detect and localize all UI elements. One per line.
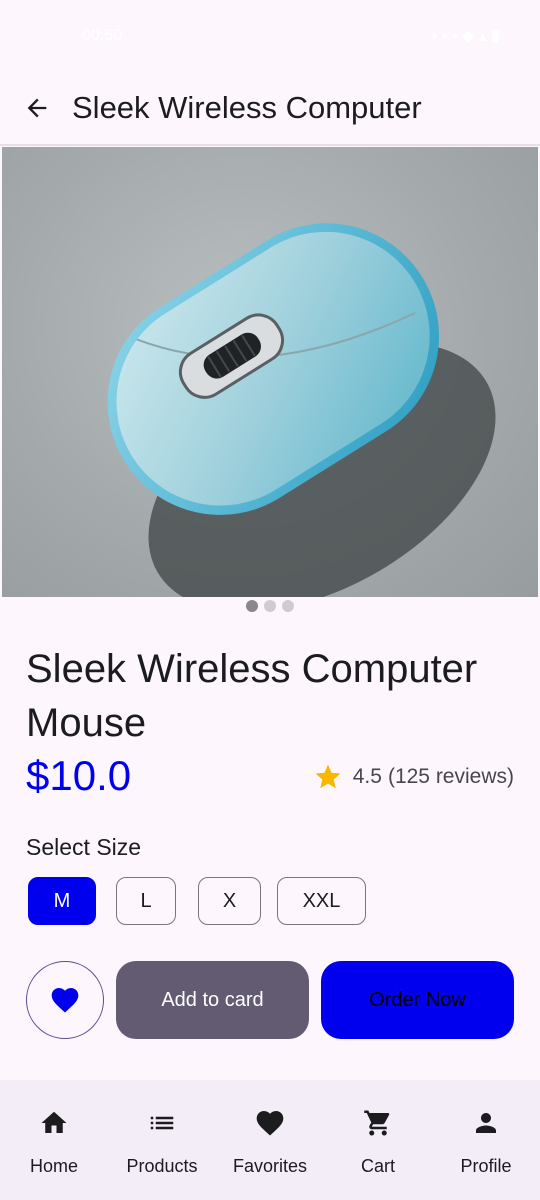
size-label: Select Size — [26, 834, 142, 860]
status-time: 00:50 — [82, 27, 123, 44]
nav-label-favorites: Favorites — [232, 1156, 308, 1176]
divider — [0, 144, 540, 146]
nav-label-products: Products — [126, 1156, 198, 1176]
back-button[interactable] — [20, 91, 54, 125]
nav-item-cart[interactable]: Cart — [328, 1106, 428, 1200]
nav-item-profile[interactable]: Profile — [436, 1106, 536, 1200]
size-option-m[interactable]: M — [28, 877, 96, 925]
rating-value: 4.5 — [352, 765, 382, 788]
rating-text: 4.5 (125 reviews) — [353, 765, 514, 789]
app-bar: Sleek Wireless Computer — [0, 72, 540, 144]
person-icon — [471, 1106, 501, 1140]
product-name: Sleek Wireless Computer Mouse — [26, 647, 478, 745]
size-selector: M L X XXL — [28, 877, 366, 925]
add-to-cart-button[interactable]: Add to card — [116, 961, 309, 1039]
home-icon — [39, 1106, 69, 1140]
wireless-mouse-photo — [107, 223, 496, 597]
action-bar: Add to card Order Now — [26, 961, 514, 1039]
arrow-back-icon — [27, 98, 47, 118]
review-count: (125 reviews) — [387, 765, 514, 788]
status-icons: ▪ ▪ ▪ ◆ ▴ ▮ — [431, 28, 500, 45]
product-price: $10.0 — [26, 752, 132, 799]
bottom-navigation: Home Products Favorites Cart Profile — [0, 1080, 540, 1200]
list-icon — [147, 1106, 177, 1140]
status-bar: 00:50 ▪ ▪ ▪ ◆ ▴ ▮ — [0, 0, 540, 72]
order-now-button[interactable]: Order Now — [321, 961, 514, 1039]
nav-item-favorites[interactable]: Favorites — [220, 1106, 320, 1200]
size-option-xxl[interactable]: XXL — [277, 877, 366, 925]
nav-item-products[interactable]: Products — [112, 1106, 212, 1200]
favorite-button[interactable] — [26, 961, 104, 1039]
star-icon — [315, 764, 341, 789]
cart-icon — [363, 1106, 393, 1140]
nav-label-home: Home — [29, 1156, 78, 1176]
carousel-dot[interactable] — [246, 600, 258, 612]
nav-label-cart: Cart — [360, 1156, 395, 1176]
nav-item-home[interactable]: Home — [4, 1106, 104, 1200]
product-image[interactable] — [2, 147, 538, 597]
page-title: Sleek Wireless Computer — [72, 90, 422, 125]
carousel-indicator — [0, 600, 540, 612]
product-rating: 4.5 (125 reviews) — [313, 762, 514, 792]
carousel-dot[interactable] — [264, 600, 276, 612]
heart-icon — [51, 988, 79, 1013]
heart-icon — [254, 1106, 286, 1140]
size-option-l[interactable]: L — [116, 877, 176, 925]
size-option-x[interactable]: X — [198, 877, 261, 925]
carousel-dot[interactable] — [282, 600, 294, 612]
nav-label-profile: Profile — [460, 1156, 512, 1176]
